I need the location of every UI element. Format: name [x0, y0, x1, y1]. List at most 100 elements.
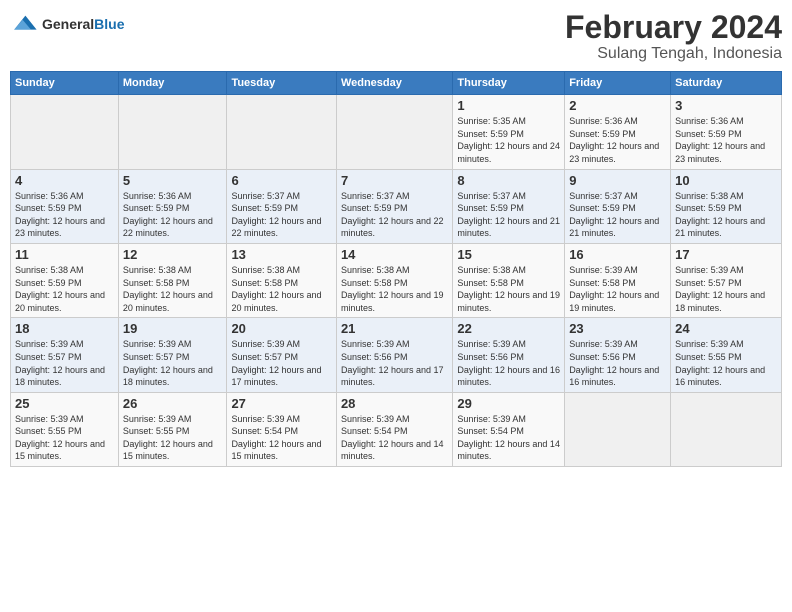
day-number: 12: [123, 247, 223, 262]
calendar-day-cell: 24 Sunrise: 5:39 AMSunset: 5:55 PMDayligh…: [671, 318, 782, 392]
day-info: Sunrise: 5:39 AMSunset: 5:56 PMDaylight:…: [341, 338, 448, 388]
calendar-day-cell: 10Sunrise: 5:38 AMSunset: 5:59 PMDayligh…: [671, 169, 782, 243]
calendar-day-cell: 17 Sunrise: 5:39 AMSunset: 5:57 PMDayligh…: [671, 243, 782, 317]
day-of-week-header: Sunday: [11, 72, 119, 95]
day-number: 24: [675, 321, 777, 336]
day-number: 11: [15, 247, 114, 262]
day-of-week-header: Thursday: [453, 72, 565, 95]
calendar-day-cell: 14 Sunrise: 5:38 AMSunset: 5:58 PMDayligh…: [336, 243, 452, 317]
day-info: Sunrise: 5:38 AMSunset: 5:59 PMDaylight:…: [15, 264, 114, 314]
day-info: Sunrise: 5:38 AMSunset: 5:58 PMDaylight:…: [457, 264, 560, 314]
day-of-week-header: Friday: [565, 72, 671, 95]
day-info: Sunrise: 5:37 AMSunset: 5:59 PMDaylight:…: [569, 190, 666, 240]
calendar-week-row: 11 Sunrise: 5:38 AMSunset: 5:59 PMDayligh…: [11, 243, 782, 317]
day-number: 8: [457, 173, 560, 188]
day-number: 27: [231, 396, 332, 411]
calendar-day-cell: [565, 392, 671, 466]
day-number: 5: [123, 173, 223, 188]
calendar-week-row: 18 Sunrise: 5:39 AMSunset: 5:57 PMDayligh…: [11, 318, 782, 392]
calendar-day-cell: 4 Sunrise: 5:36 AMSunset: 5:59 PMDaylight…: [11, 169, 119, 243]
calendar-table: SundayMondayTuesdayWednesdayThursdayFrid…: [10, 71, 782, 467]
day-info: Sunrise: 5:39 AMSunset: 5:56 PMDaylight:…: [457, 338, 560, 388]
day-number: 21: [341, 321, 448, 336]
calendar-day-cell: 8 Sunrise: 5:37 AMSunset: 5:59 PMDaylight…: [453, 169, 565, 243]
logo-icon: [10, 10, 38, 38]
calendar-week-row: 25Sunrise: 5:39 AMSunset: 5:55 PMDayligh…: [11, 392, 782, 466]
calendar-day-cell: 6 Sunrise: 5:37 AMSunset: 5:59 PMDaylight…: [227, 169, 337, 243]
day-number: 20: [231, 321, 332, 336]
calendar-day-cell: 20 Sunrise: 5:39 AMSunset: 5:57 PMDayligh…: [227, 318, 337, 392]
calendar-day-cell: [11, 95, 119, 169]
day-info: Sunrise: 5:39 AMSunset: 5:54 PMDaylight:…: [457, 413, 560, 463]
page-header: GeneralBlue February 2024 Sulang Tengah,…: [10, 10, 782, 63]
day-info: Sunrise: 5:36 AMSunset: 5:59 PMDaylight:…: [123, 190, 223, 240]
title-block: February 2024 Sulang Tengah, Indonesia: [565, 10, 782, 63]
day-info: Sunrise: 5:36 AMSunset: 5:59 PMDaylight:…: [15, 190, 114, 240]
calendar-day-cell: 27 Sunrise: 5:39 AMSunset: 5:54 PMDayligh…: [227, 392, 337, 466]
calendar-day-cell: 11 Sunrise: 5:38 AMSunset: 5:59 PMDayligh…: [11, 243, 119, 317]
day-number: 2: [569, 98, 666, 113]
calendar-day-cell: 21 Sunrise: 5:39 AMSunset: 5:56 PMDayligh…: [336, 318, 452, 392]
calendar-day-cell: 22 Sunrise: 5:39 AMSunset: 5:56 PMDayligh…: [453, 318, 565, 392]
day-info: Sunrise: 5:35 AMSunset: 5:59 PMDaylight:…: [457, 115, 560, 165]
calendar-day-cell: [671, 392, 782, 466]
day-info: Sunrise: 5:38 AMSunset: 5:58 PMDaylight:…: [123, 264, 223, 314]
day-info: Sunrise: 5:39 AMSunset: 5:55 PMDaylight:…: [123, 413, 223, 463]
day-number: 10: [675, 173, 777, 188]
day-number: 15: [457, 247, 560, 262]
day-number: 1: [457, 98, 560, 113]
day-info: Sunrise: 5:39 AMSunset: 5:56 PMDaylight:…: [569, 338, 666, 388]
calendar-header-row: SundayMondayTuesdayWednesdayThursdayFrid…: [11, 72, 782, 95]
day-number: 13: [231, 247, 332, 262]
day-info: Sunrise: 5:39 AMSunset: 5:54 PMDaylight:…: [341, 413, 448, 463]
calendar-day-cell: 15 Sunrise: 5:38 AMSunset: 5:58 PMDayligh…: [453, 243, 565, 317]
calendar-day-cell: 2 Sunrise: 5:36 AMSunset: 5:59 PMDaylight…: [565, 95, 671, 169]
calendar-day-cell: 7 Sunrise: 5:37 AMSunset: 5:59 PMDaylight…: [336, 169, 452, 243]
day-number: 22: [457, 321, 560, 336]
day-number: 26: [123, 396, 223, 411]
day-number: 4: [15, 173, 114, 188]
day-number: 6: [231, 173, 332, 188]
day-number: 3: [675, 98, 777, 113]
calendar-week-row: 4 Sunrise: 5:36 AMSunset: 5:59 PMDaylight…: [11, 169, 782, 243]
day-info: Sunrise: 5:39 AMSunset: 5:58 PMDaylight:…: [569, 264, 666, 314]
day-info: Sunrise: 5:36 AMSunset: 5:59 PMDaylight:…: [675, 115, 777, 165]
calendar-day-cell: 26 Sunrise: 5:39 AMSunset: 5:55 PMDayligh…: [118, 392, 227, 466]
day-info: Sunrise: 5:37 AMSunset: 5:59 PMDaylight:…: [457, 190, 560, 240]
calendar-day-cell: 3 Sunrise: 5:36 AMSunset: 5:59 PMDaylight…: [671, 95, 782, 169]
logo-general: General: [42, 16, 94, 32]
calendar-day-cell: 29 Sunrise: 5:39 AMSunset: 5:54 PMDayligh…: [453, 392, 565, 466]
calendar-day-cell: 23 Sunrise: 5:39 AMSunset: 5:56 PMDayligh…: [565, 318, 671, 392]
day-number: 19: [123, 321, 223, 336]
day-info: Sunrise: 5:39 AMSunset: 5:55 PMDaylight:…: [675, 338, 777, 388]
calendar-day-cell: 9Sunrise: 5:37 AMSunset: 5:59 PMDaylight…: [565, 169, 671, 243]
calendar-day-cell: [118, 95, 227, 169]
day-info: Sunrise: 5:37 AMSunset: 5:59 PMDaylight:…: [231, 190, 332, 240]
day-of-week-header: Tuesday: [227, 72, 337, 95]
day-number: 14: [341, 247, 448, 262]
day-info: Sunrise: 5:36 AMSunset: 5:59 PMDaylight:…: [569, 115, 666, 165]
day-info: Sunrise: 5:39 AMSunset: 5:57 PMDaylight:…: [675, 264, 777, 314]
calendar-day-cell: [227, 95, 337, 169]
page-title: February 2024: [565, 10, 782, 45]
calendar-day-cell: 18 Sunrise: 5:39 AMSunset: 5:57 PMDayligh…: [11, 318, 119, 392]
day-number: 16: [569, 247, 666, 262]
page-subtitle: Sulang Tengah, Indonesia: [565, 45, 782, 63]
day-number: 17: [675, 247, 777, 262]
day-number: 7: [341, 173, 448, 188]
day-of-week-header: Monday: [118, 72, 227, 95]
day-info: Sunrise: 5:38 AMSunset: 5:58 PMDaylight:…: [231, 264, 332, 314]
logo-blue: Blue: [94, 16, 124, 32]
day-info: Sunrise: 5:38 AMSunset: 5:58 PMDaylight:…: [341, 264, 448, 314]
day-info: Sunrise: 5:39 AMSunset: 5:57 PMDaylight:…: [15, 338, 114, 388]
day-number: 18: [15, 321, 114, 336]
day-number: 29: [457, 396, 560, 411]
day-info: Sunrise: 5:39 AMSunset: 5:57 PMDaylight:…: [231, 338, 332, 388]
day-number: 28: [341, 396, 448, 411]
day-number: 23: [569, 321, 666, 336]
logo-text: GeneralBlue: [42, 16, 124, 33]
calendar-day-cell: 28 Sunrise: 5:39 AMSunset: 5:54 PMDayligh…: [336, 392, 452, 466]
calendar-day-cell: 25Sunrise: 5:39 AMSunset: 5:55 PMDayligh…: [11, 392, 119, 466]
day-info: Sunrise: 5:39 AMSunset: 5:54 PMDaylight:…: [231, 413, 332, 463]
day-info: Sunrise: 5:37 AMSunset: 5:59 PMDaylight:…: [341, 190, 448, 240]
